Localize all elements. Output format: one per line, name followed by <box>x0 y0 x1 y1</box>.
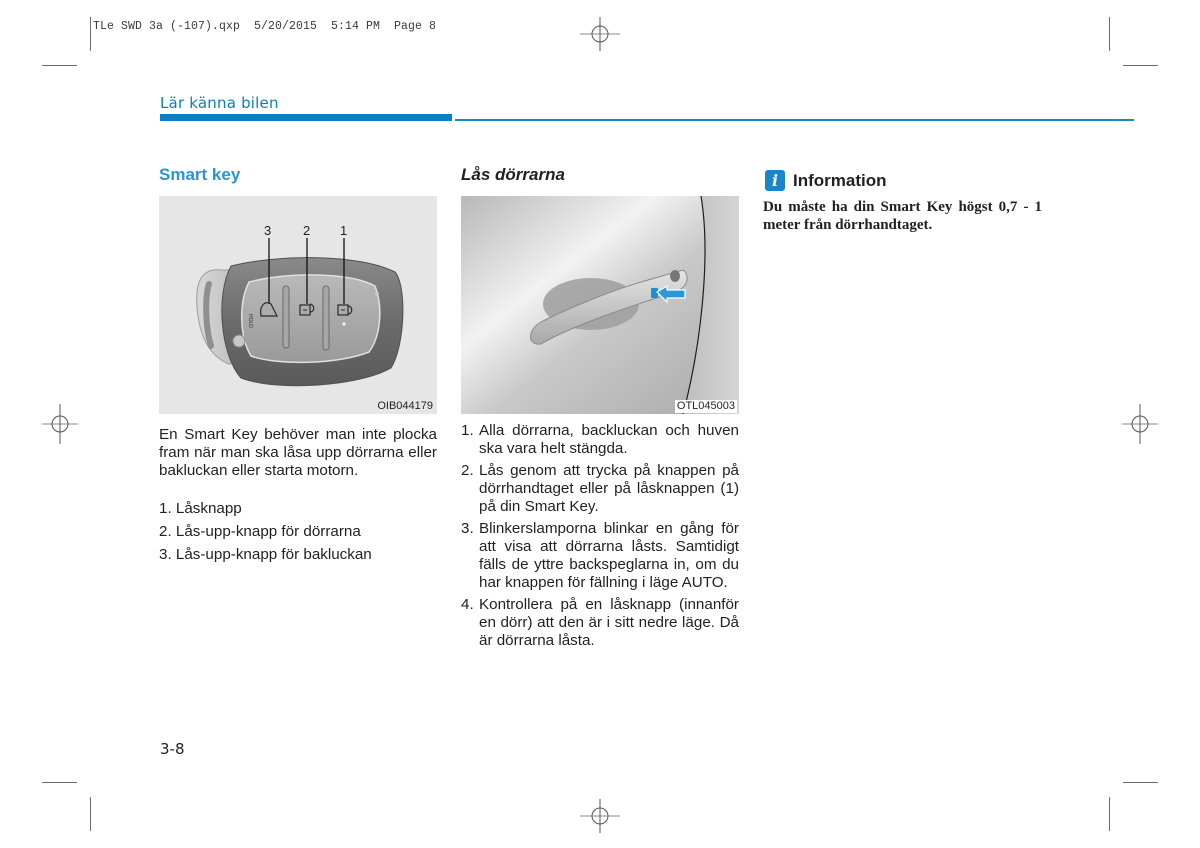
list-item: 3. Blinkerslamporna blinkar en gång för a… <box>461 520 739 592</box>
step-number: 2. <box>461 462 474 479</box>
lock-doors-heading: Lås dörrarna <box>461 165 565 184</box>
callout-1: 1 <box>340 223 348 238</box>
info-box-title: i Information <box>765 170 887 191</box>
info-icon: i <box>765 170 785 191</box>
list-item: 1. Låsknapp <box>159 500 242 517</box>
step-text: Lås genom att trycka på knappen på dörrh… <box>479 462 739 515</box>
callout-2: 2 <box>303 223 311 238</box>
smart-key-illustration: HOLD <box>196 238 404 387</box>
registration-mark-icon <box>1122 404 1158 444</box>
figure-caption: OIB044179 <box>377 400 433 412</box>
smart-key-figure: HOLD 3 2 1 OIB044179 <box>159 196 437 414</box>
door-handle-illustration <box>461 196 739 414</box>
step-text: Blinkerslamporna blinkar en gång för att… <box>479 520 739 591</box>
print-slug: TLe SWD 3a (-107).qxp 5/20/2015 5:14 PM … <box>93 20 437 33</box>
smart-key-heading: Smart key <box>159 165 241 184</box>
step-number: 4. <box>461 596 474 613</box>
crop-mark <box>42 65 77 66</box>
list-item: 2. Lås-upp-knapp för dörrarna <box>159 523 361 540</box>
registration-mark-icon <box>42 404 78 444</box>
callout-3: 3 <box>264 223 272 238</box>
crop-mark <box>1109 17 1110 51</box>
crop-mark <box>42 782 77 783</box>
smart-key-button-list: 1. Låsknapp 2. Lås-upp-knapp för dörrarn… <box>159 500 437 569</box>
registration-mark-icon <box>580 17 620 51</box>
info-text: Du måste ha din Smart Key högst 0,7 - 1 … <box>763 198 1042 234</box>
figure-caption: OTL045003 <box>674 400 737 413</box>
info-paragraph: Du måste ha din Smart Key högst 0,7 - 1 … <box>763 199 1042 233</box>
header-rule-thin <box>455 119 1134 121</box>
crop-mark <box>1123 65 1158 66</box>
step-number: 3. <box>461 520 474 537</box>
header-rule-thick <box>160 114 452 121</box>
door-handle-figure: OTL045003 <box>461 196 739 414</box>
smart-key-intro: En Smart Key behöver man inte plocka fra… <box>159 426 437 480</box>
lock-steps-list: 1. Alla dörrarna, backluckan och huven sk… <box>461 422 739 654</box>
registration-mark-icon <box>580 799 620 833</box>
crop-mark <box>1109 797 1110 831</box>
section-header: Lär känna bilen <box>160 94 279 112</box>
intro-paragraph: En Smart Key behöver man inte plocka fra… <box>159 426 437 479</box>
list-item: 4. Kontrollera på en låsknapp (innanför e… <box>461 596 739 650</box>
step-number: 1. <box>461 422 474 439</box>
page-number: 3-8 <box>160 740 185 758</box>
list-item: 1. Alla dörrarna, backluckan och huven sk… <box>461 422 739 458</box>
step-text: Kontrollera på en låsknapp (innanför en … <box>479 596 739 649</box>
step-text: Alla dörrarna, backluckan och huven ska … <box>479 422 739 457</box>
svg-text:HOLD: HOLD <box>247 314 253 328</box>
list-item: 2. Lås genom att trycka på knappen på dör… <box>461 462 739 516</box>
crop-mark <box>90 797 91 831</box>
crop-mark <box>1123 782 1158 783</box>
crop-mark <box>90 17 91 51</box>
list-item: 3. Lås-upp-knapp för bakluckan <box>159 546 372 563</box>
info-title: Information <box>793 170 887 190</box>
